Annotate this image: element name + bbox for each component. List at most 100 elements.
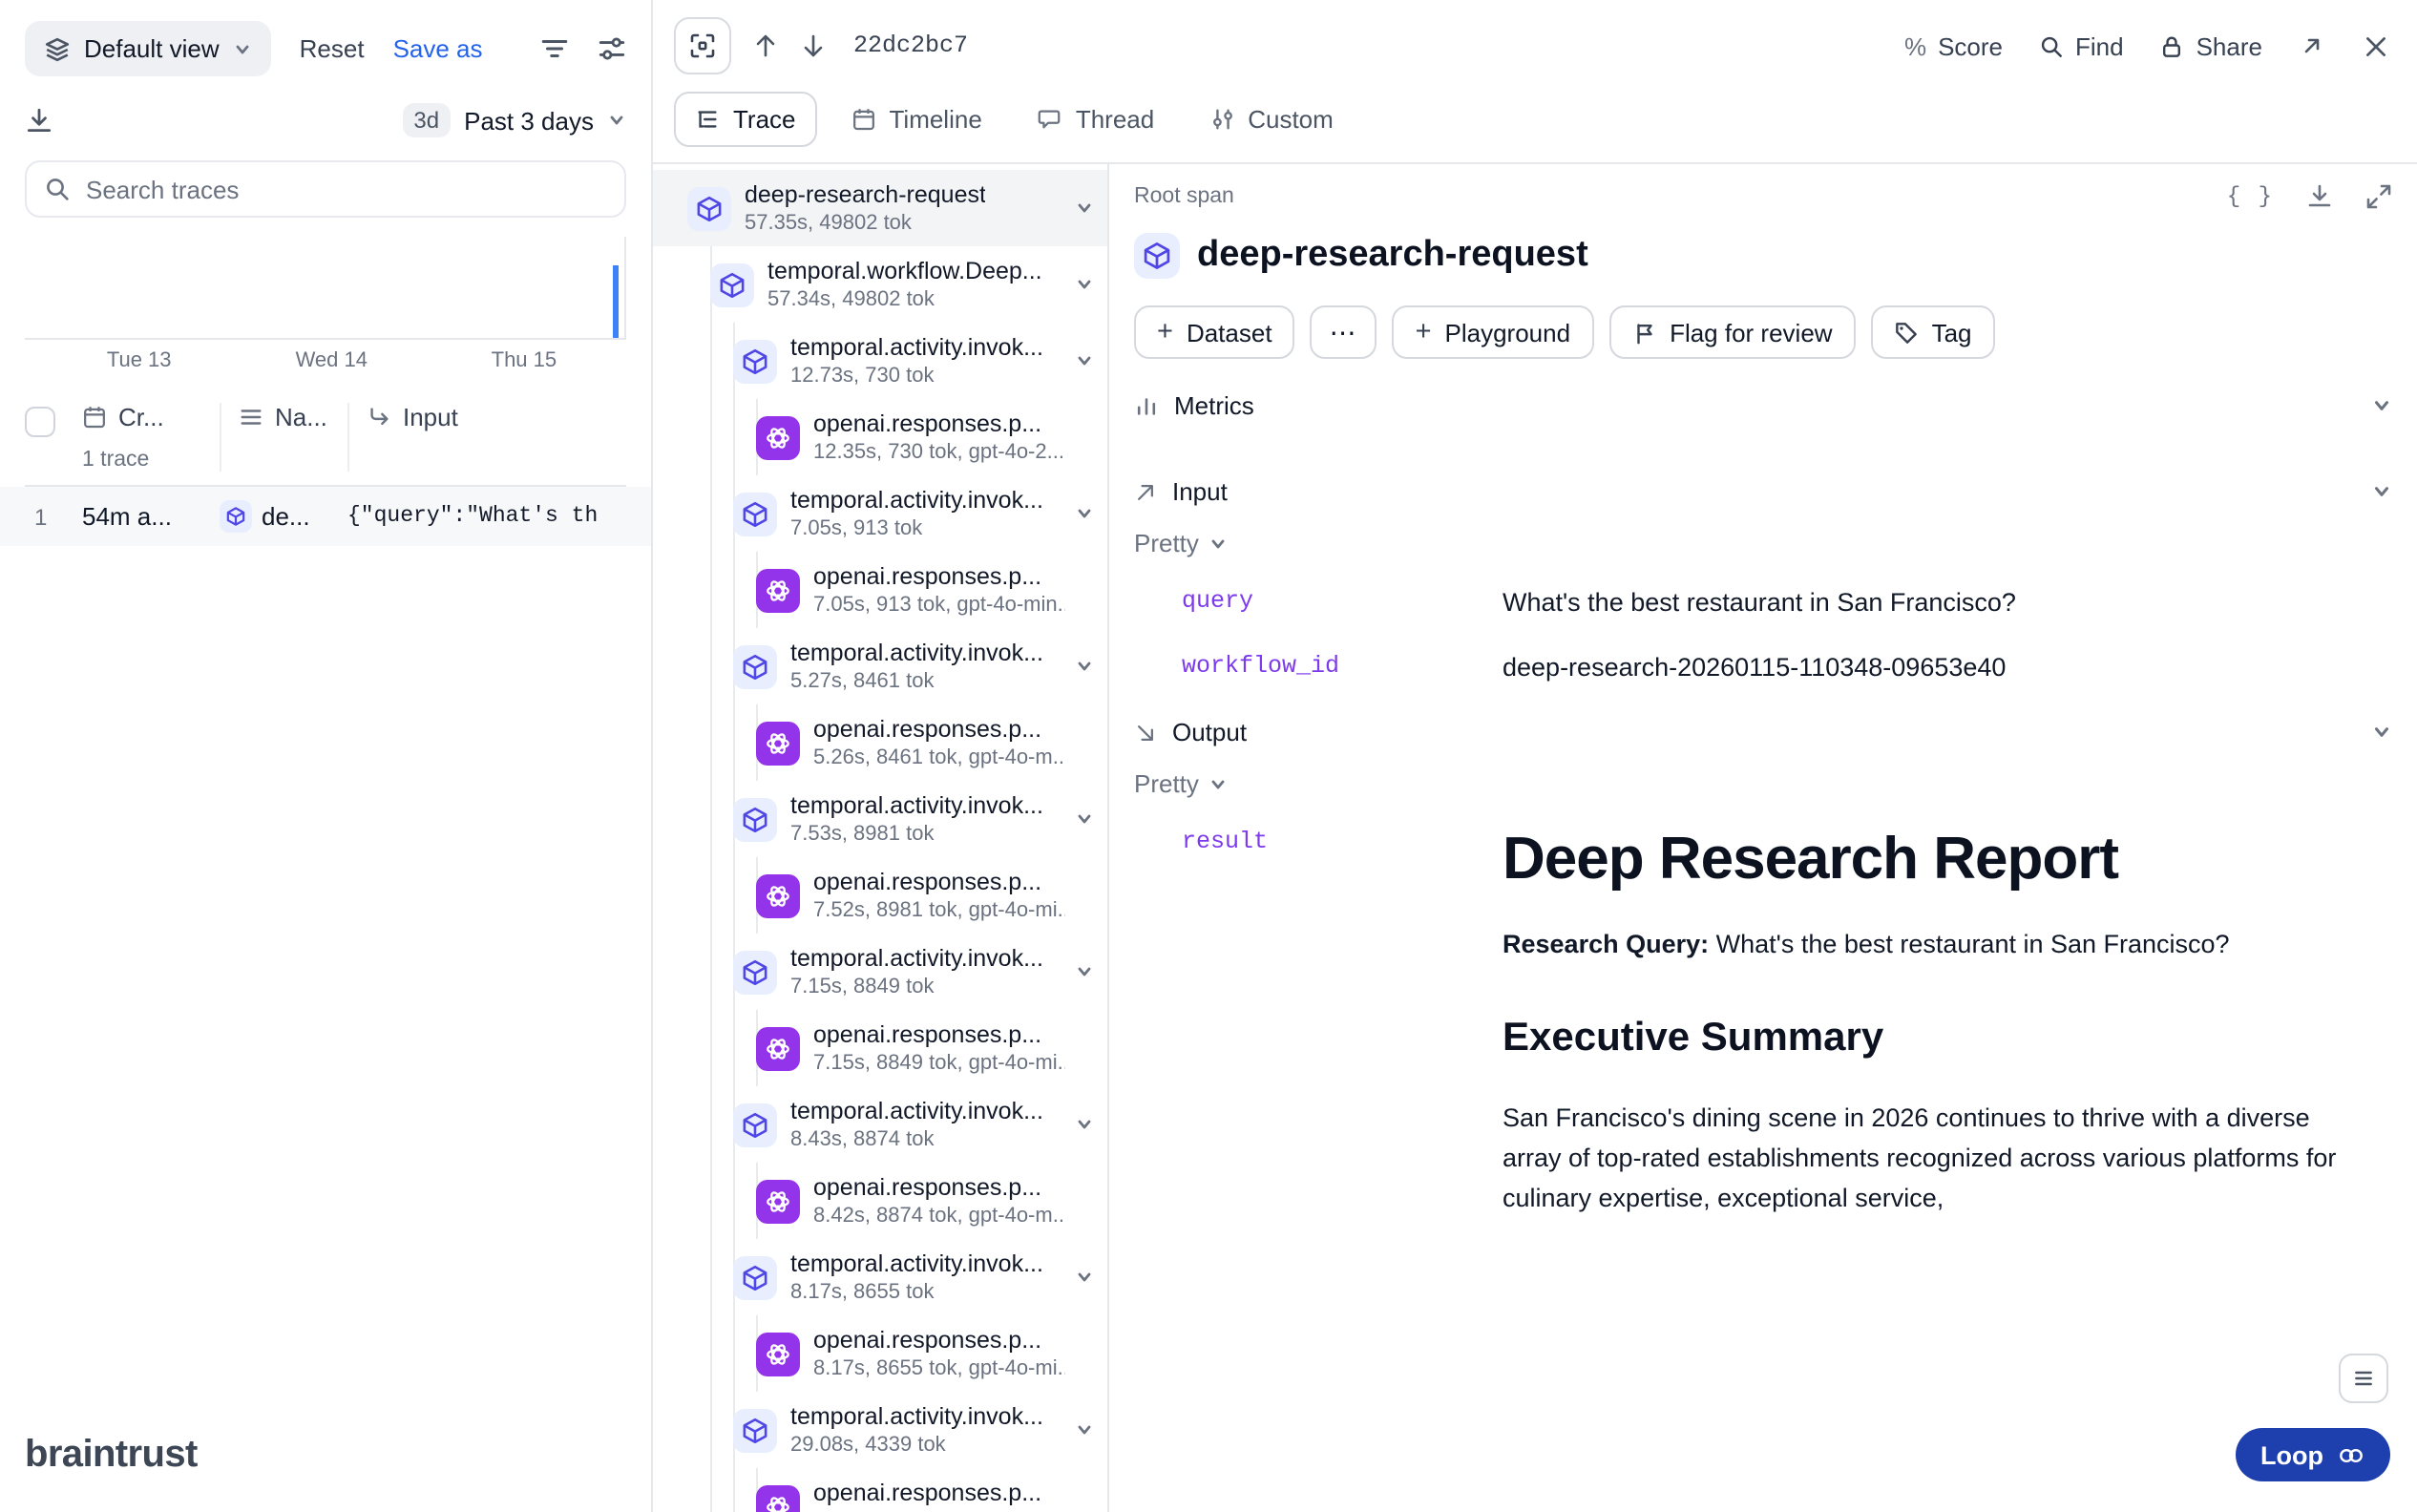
temporal-icon <box>1134 233 1180 279</box>
span-meta: 8.17s, 8655 tok, gpt-4o-mi... <box>813 1355 1065 1382</box>
span-row[interactable]: temporal.activity.invok...29.08s, 4339 t… <box>653 1392 1107 1468</box>
output-format-selector[interactable]: Pretty <box>1134 769 1228 798</box>
temporal-icon <box>733 1255 777 1299</box>
chevron-down-icon[interactable] <box>1075 351 1094 370</box>
tab-timeline[interactable]: Timeline <box>830 92 1003 147</box>
span-row[interactable]: openai.responses.p...7.52s, 8981 tok, gp… <box>653 857 1107 934</box>
tab-custom[interactable]: Custom <box>1188 92 1355 147</box>
span-meta: 57.34s, 49802 tok <box>767 286 1042 313</box>
chevron-down-icon[interactable] <box>1075 809 1094 829</box>
tree-guide-line <box>732 704 734 781</box>
column-input[interactable]: Input <box>347 403 626 472</box>
chevron-down-icon[interactable] <box>1075 1115 1094 1134</box>
expand-icon[interactable] <box>2365 183 2392 210</box>
span-name: openai.responses.p... <box>813 1325 1065 1355</box>
download-span-icon[interactable] <box>2306 183 2333 210</box>
chevron-down-icon[interactable] <box>1075 962 1094 981</box>
column-name[interactable]: Na... <box>220 403 347 472</box>
span-row[interactable]: openai.responses.p...12.35s, 730 tok, gp… <box>653 399 1107 475</box>
traces-histogram[interactable] <box>25 237 626 340</box>
loop-button[interactable]: Loop <box>2236 1428 2390 1481</box>
close-icon[interactable] <box>2362 32 2390 60</box>
next-span-button[interactable] <box>800 32 827 59</box>
span-row[interactable]: openai.responses.p...5.26s, 8461 tok, gp… <box>653 704 1107 781</box>
date-range-selector[interactable]: 3d Past 3 days <box>402 103 626 137</box>
json-view-icon[interactable]: { } <box>2227 183 2274 210</box>
chevron-down-icon[interactable] <box>1075 1420 1094 1439</box>
trace-icon <box>695 107 720 132</box>
report-summary: San Francisco's dining scene in 2026 con… <box>1503 1100 2352 1220</box>
span-row[interactable]: openai.responses.p...8.17s, 8655 tok, gp… <box>653 1315 1107 1392</box>
trace-table-header: Cr... 1 trace Na... Input <box>25 403 626 487</box>
braintrust-logo: braintrust <box>25 1434 626 1478</box>
input-header[interactable]: Input <box>1134 477 2392 506</box>
scan-icon <box>689 32 716 59</box>
download-icon[interactable] <box>25 106 53 135</box>
tag-button[interactable]: Tag <box>1871 305 1995 359</box>
span-row[interactable]: temporal.activity.invok...8.17s, 8655 to… <box>653 1239 1107 1315</box>
input-format-selector[interactable]: Pretty <box>1134 529 1228 557</box>
input-field: query What's the best restaurant in San … <box>1134 584 2392 621</box>
focus-span-button[interactable] <box>674 17 731 74</box>
span-row[interactable]: deep-research-request57.35s, 49802 tok <box>653 170 1107 246</box>
field-value: deep-research-20260115-110348-09653e40 <box>1503 648 2006 685</box>
histogram-axis: Tue 13 Wed 14 Thu 15 <box>25 349 626 378</box>
score-button[interactable]: % Score <box>1904 32 2003 60</box>
trace-content: deep-research-request57.35s, 49802 tok t… <box>653 164 2417 1512</box>
span-row[interactable]: temporal.activity.invok...7.15s, 8849 to… <box>653 934 1107 1010</box>
share-button[interactable]: Share <box>2160 32 2262 60</box>
span-name: temporal.activity.invok... <box>790 638 1043 668</box>
span-row[interactable]: openai.responses.p...28.97s, 4339 tok, g… <box>653 1468 1107 1512</box>
timeline-icon <box>851 107 876 132</box>
prev-span-button[interactable] <box>752 32 779 59</box>
span-row[interactable]: temporal.workflow.Deep...57.34s, 49802 t… <box>653 246 1107 323</box>
chevron-down-icon[interactable] <box>1075 1268 1094 1287</box>
find-button[interactable]: Find <box>2039 32 2124 60</box>
tree-guide-line <box>709 857 711 934</box>
input-section: Input Pretty query What's the best resta… <box>1134 477 2392 685</box>
reset-button[interactable]: Reset <box>300 34 365 63</box>
span-row[interactable]: temporal.activity.invok...7.53s, 8981 to… <box>653 781 1107 857</box>
span-name: deep-research-request <box>745 179 986 210</box>
span-row[interactable]: openai.responses.p...7.05s, 913 tok, gpt… <box>653 552 1107 628</box>
tab-trace[interactable]: Trace <box>674 92 817 147</box>
add-to-dataset-button[interactable]: + Dataset <box>1134 305 1295 359</box>
search-icon <box>2039 33 2064 58</box>
save-as-button[interactable]: Save as <box>393 34 483 63</box>
chevron-down-icon <box>2371 481 2392 502</box>
span-row[interactable]: openai.responses.p...8.42s, 8874 tok, gp… <box>653 1163 1107 1239</box>
column-created[interactable]: Cr... 1 trace <box>82 403 220 472</box>
span-meta: 57.35s, 49802 tok <box>745 210 986 237</box>
view-options-icon[interactable] <box>598 34 626 63</box>
openai-icon <box>756 1484 800 1512</box>
chevron-down-icon[interactable] <box>1075 657 1094 676</box>
more-actions-button[interactable]: ⋯ <box>1311 305 1377 359</box>
span-row[interactable]: openai.responses.p...7.15s, 8849 tok, gp… <box>653 1010 1107 1086</box>
trace-row[interactable]: 1 54m a... de... {"query":"What's th <box>0 487 651 546</box>
tree-guide-line <box>732 1163 734 1239</box>
span-row[interactable]: temporal.activity.invok...5.27s, 8461 to… <box>653 628 1107 704</box>
search-input[interactable]: Search traces <box>25 160 626 218</box>
chevron-down-icon[interactable] <box>1075 275 1094 294</box>
span-name: openai.responses.p... <box>813 1172 1065 1203</box>
open-external-icon[interactable] <box>2299 32 2325 59</box>
span-row[interactable]: temporal.activity.invok...8.43s, 8874 to… <box>653 1086 1107 1163</box>
span-row[interactable]: temporal.activity.invok...12.73s, 730 to… <box>653 323 1107 399</box>
chevron-down-icon[interactable] <box>1075 199 1094 218</box>
temporal-icon <box>733 950 777 994</box>
tree-guide-line <box>732 399 734 475</box>
chevron-down-icon[interactable] <box>1075 504 1094 523</box>
metrics-header[interactable]: Metrics <box>1134 391 2392 420</box>
tree-guide-line <box>709 1392 711 1468</box>
view-selector[interactable]: Default view <box>25 21 271 76</box>
tab-thread[interactable]: Thread <box>1017 92 1175 147</box>
open-playground-button[interactable]: + Playground <box>1393 305 1594 359</box>
quick-menu-button[interactable] <box>2339 1354 2388 1403</box>
span-row[interactable]: temporal.activity.invok...7.05s, 913 tok <box>653 475 1107 552</box>
select-all-checkbox[interactable] <box>25 407 55 437</box>
openai-icon <box>756 1179 800 1223</box>
main-region: 22dc2bc7 % Score Find Share <box>653 0 2417 1512</box>
output-header[interactable]: Output <box>1134 718 2392 746</box>
filter-icon[interactable] <box>540 34 569 63</box>
flag-for-review-button[interactable]: Flag for review <box>1608 305 1856 359</box>
